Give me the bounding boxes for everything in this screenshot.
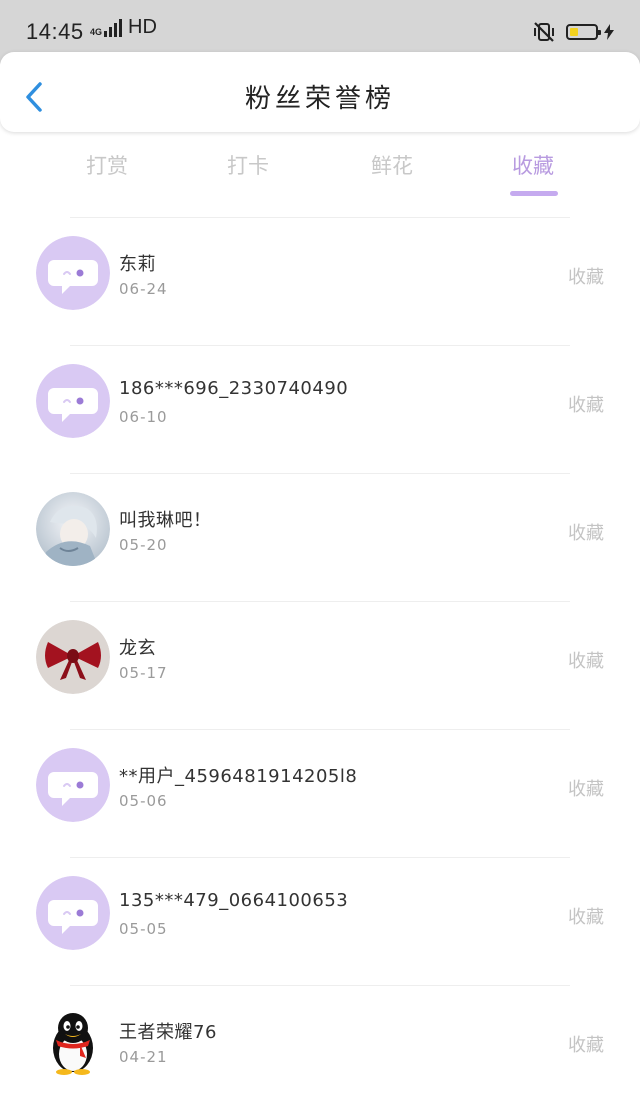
fan-date: 05-05: [119, 920, 168, 938]
red-bow-photo-avatar[interactable]: [36, 620, 110, 694]
fan-date: 05-06: [119, 792, 168, 810]
fan-name: 东莉: [119, 254, 156, 275]
battery-level: [570, 28, 578, 36]
fan-list-item[interactable]: 王者荣耀76 04-21 收藏: [0, 985, 640, 1113]
fan-list-item[interactable]: 龙玄 05-17 收藏: [0, 601, 640, 729]
fan-name: 王者荣耀76: [119, 1022, 217, 1043]
fan-name: 叫我琳吧！: [119, 510, 212, 531]
fan-date: 06-24: [119, 280, 168, 298]
tab-favorites[interactable]: 收藏: [473, 150, 593, 180]
tab-checkin[interactable]: 打卡: [188, 150, 308, 180]
hd-label: HD: [128, 16, 157, 38]
signal-icon: [104, 17, 124, 37]
divider: [70, 985, 570, 986]
title-bar: 粉丝荣誉榜: [0, 52, 640, 132]
default-chat-avatar-avatar[interactable]: [36, 364, 110, 438]
divider: [70, 217, 570, 218]
divider: [70, 729, 570, 730]
fan-date: 05-17: [119, 664, 168, 682]
fan-name: **用户_4596481914205l8: [119, 766, 358, 787]
divider: [70, 601, 570, 602]
favorite-label[interactable]: 收藏: [568, 903, 604, 929]
divider: [70, 857, 570, 858]
tab-flowers[interactable]: 鲜花: [332, 150, 452, 180]
divider: [70, 345, 570, 346]
battery-icon: [566, 24, 601, 40]
favorite-label[interactable]: 收藏: [568, 647, 604, 673]
qq-penguin-avatar[interactable]: [36, 1004, 110, 1078]
fan-name: 186***696_2330740490: [119, 378, 349, 399]
fan-list-item[interactable]: 东莉 06-24 收藏: [0, 217, 640, 345]
favorite-label[interactable]: 收藏: [568, 263, 604, 289]
charging-icon: [604, 24, 614, 40]
fan-list: 东莉 06-24 收藏 186***696_2330740490 06-10 收藏 叫我琳吧…: [0, 217, 640, 1113]
default-chat-avatar-avatar[interactable]: [36, 876, 110, 950]
page-title: 粉丝荣誉榜: [244, 84, 395, 114]
fan-name: 135***479_0664100653: [119, 890, 349, 911]
network-type: 4G: [90, 27, 103, 37]
favorite-label[interactable]: 收藏: [568, 391, 604, 417]
fan-list-item[interactable]: 叫我琳吧！ 05-20 收藏: [0, 473, 640, 601]
fan-list-item[interactable]: **用户_4596481914205l8 05-06 收藏: [0, 729, 640, 857]
fan-list-item[interactable]: 135***479_0664100653 05-05 收藏: [0, 857, 640, 985]
fan-name: 龙玄: [119, 638, 156, 659]
network-indicator: 4G HD: [90, 17, 157, 37]
default-chat-avatar-avatar[interactable]: [36, 236, 110, 310]
favorite-label[interactable]: 收藏: [568, 1031, 604, 1057]
favorite-label[interactable]: 收藏: [568, 519, 604, 545]
anime-girl-photo-avatar[interactable]: [36, 492, 110, 566]
favorite-label[interactable]: 收藏: [568, 775, 604, 801]
tab-reward[interactable]: 打赏: [47, 150, 167, 180]
fan-date: 04-21: [119, 1048, 168, 1066]
fan-list-item[interactable]: 186***696_2330740490 06-10 收藏: [0, 345, 640, 473]
vibrate-mute-icon: [534, 22, 554, 42]
divider: [70, 473, 570, 474]
tab-bar: 打赏 打卡 鲜花 收藏: [0, 132, 640, 216]
fan-date: 06-10: [119, 408, 168, 426]
default-chat-avatar-avatar[interactable]: [36, 748, 110, 822]
fan-date: 05-20: [119, 536, 168, 554]
status-time: 14:45: [26, 19, 84, 44]
active-tab-indicator: [510, 191, 558, 196]
